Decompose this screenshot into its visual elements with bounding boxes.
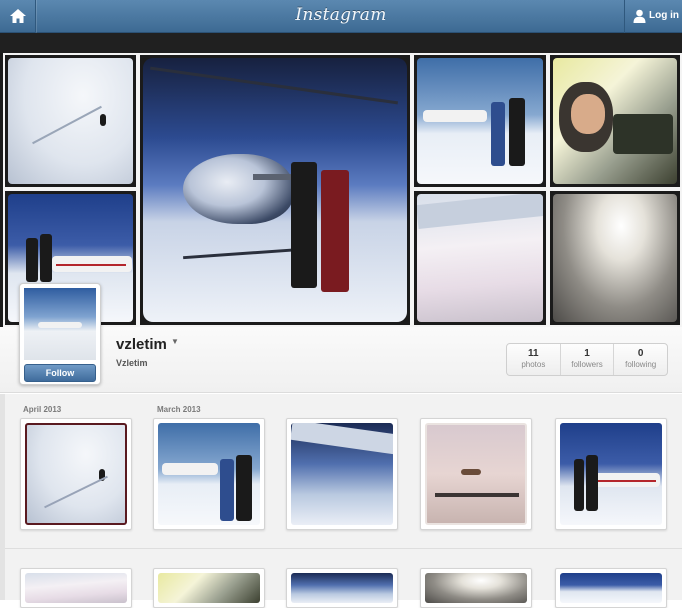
stat-value: 0 <box>637 348 644 359</box>
photo-thumbnail[interactable] <box>20 418 132 530</box>
photo-thumbnail[interactable] <box>555 418 667 530</box>
stat-following[interactable]: 0 following <box>614 344 667 375</box>
stat-value: 1 <box>584 348 590 359</box>
month-label: April 2013 <box>23 405 62 414</box>
photo-thumbnail[interactable] <box>555 568 667 608</box>
photo-thumbnail[interactable] <box>153 418 265 530</box>
mosaic-photo[interactable] <box>548 53 682 189</box>
user-silhouette-icon <box>633 9 646 23</box>
avatar[interactable] <box>24 288 96 360</box>
profile-username[interactable]: vzletim <box>116 336 167 353</box>
mosaic-photo[interactable] <box>412 53 548 189</box>
stat-followers[interactable]: 1 followers <box>561 344 615 375</box>
mosaic-photo[interactable] <box>548 189 682 327</box>
login-button[interactable]: Log in <box>624 0 682 33</box>
stat-label: photos <box>521 360 546 369</box>
stat-value: 11 <box>528 348 539 359</box>
stat-label: following <box>625 360 657 369</box>
top-navigation-bar: Instagram Log in <box>0 0 682 33</box>
photo-thumbnail[interactable] <box>286 568 398 608</box>
mosaic-photo-featured[interactable] <box>138 53 412 327</box>
photo-thumbnail[interactable] <box>20 568 132 608</box>
stat-photos[interactable]: 11 photos <box>507 344 561 375</box>
profile-fullname: Vzletim <box>116 358 148 368</box>
stat-label: followers <box>571 360 603 369</box>
profile-card: Follow <box>19 283 101 385</box>
photo-thumbnail[interactable] <box>286 418 398 530</box>
profile-stats: 11 photos 1 followers 0 following <box>506 343 668 376</box>
month-label: March 2013 <box>157 405 201 414</box>
caret-down-icon[interactable]: ▼ <box>171 337 179 346</box>
photo-mosaic-header <box>0 33 682 327</box>
follow-button[interactable]: Follow <box>24 364 96 382</box>
photo-thumbnail[interactable] <box>420 418 532 530</box>
mosaic-photo[interactable] <box>412 189 548 327</box>
instagram-logo[interactable]: Instagram <box>0 5 682 25</box>
mosaic-photo[interactable] <box>3 53 138 189</box>
row-divider <box>5 548 682 549</box>
photo-thumbnail[interactable] <box>153 568 265 608</box>
photo-thumbnail[interactable] <box>420 568 532 608</box>
login-label: Log in <box>649 10 679 21</box>
